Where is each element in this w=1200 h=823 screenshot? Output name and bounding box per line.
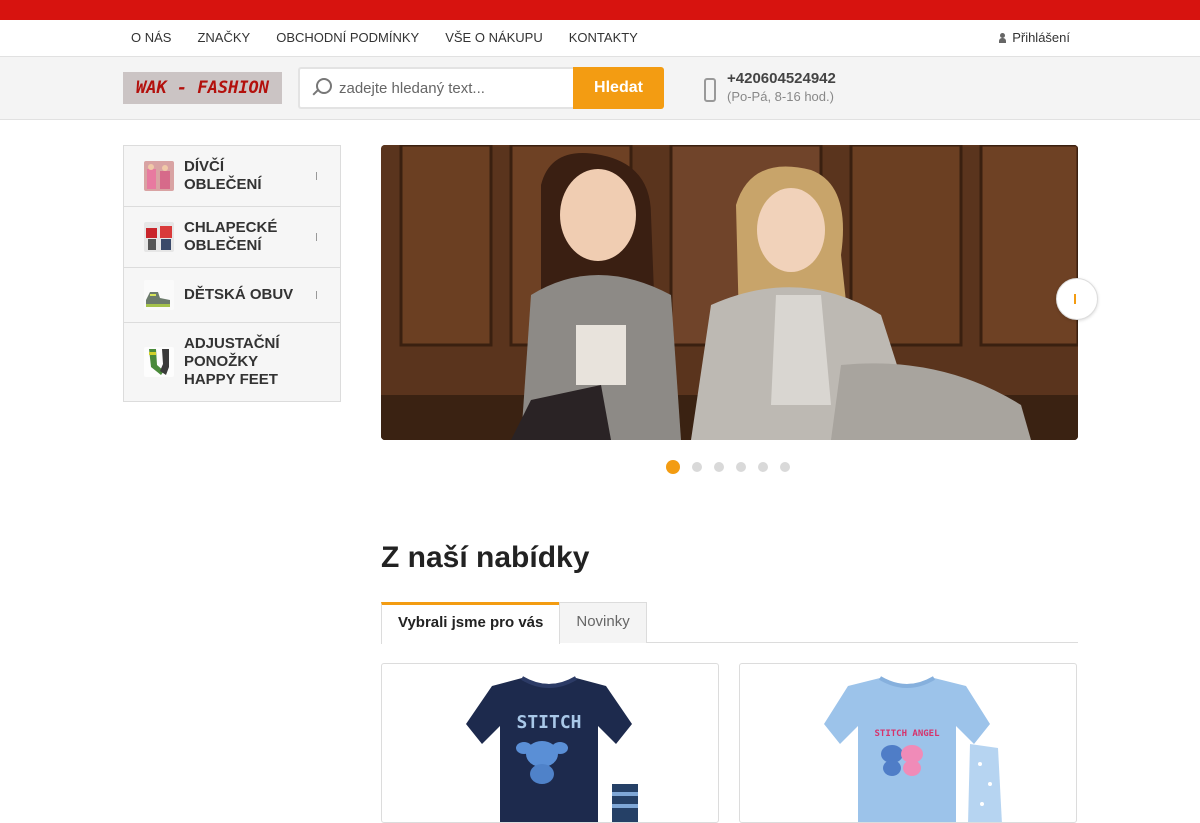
chevron-right-icon bbox=[316, 233, 322, 241]
logo-text: WAK - FASHION bbox=[135, 78, 270, 98]
kids-shoes-thumb bbox=[144, 280, 174, 310]
girls-clothing-thumb bbox=[144, 161, 174, 191]
user-icon bbox=[999, 32, 1007, 43]
socks-thumb bbox=[144, 347, 174, 377]
category-boys-clothing[interactable]: CHLAPECKÉ OBLEČENÍ bbox=[124, 207, 340, 268]
top-accent-bar bbox=[0, 0, 1200, 20]
logo[interactable]: WAK - FASHION bbox=[123, 72, 282, 104]
category-label: DĚTSKÁ OBUV bbox=[184, 286, 294, 303]
category-label: CHLAPECKÉ OBLEČENÍ bbox=[184, 219, 278, 254]
phone-contact: +420604524942 (Po-Pá, 8-16 hod.) bbox=[704, 69, 836, 104]
slider-dot[interactable] bbox=[692, 462, 702, 472]
nav-item-vse-o-nakupu[interactable]: VŠE O NÁKUPU bbox=[432, 20, 556, 56]
phone-number[interactable]: +420604524942 bbox=[727, 69, 836, 89]
slider-next-button[interactable] bbox=[1056, 278, 1098, 320]
slider-dots bbox=[666, 460, 790, 474]
product-card[interactable]: STITCH bbox=[381, 663, 719, 823]
slider-dot[interactable] bbox=[758, 462, 768, 472]
search-icon bbox=[307, 73, 337, 103]
login-link[interactable]: Přihlášení bbox=[999, 20, 1070, 55]
tab-vybrali-jsme[interactable]: Vybrali jsme pro vás bbox=[381, 602, 561, 644]
search-button[interactable]: Hledat bbox=[573, 67, 664, 109]
slider-dot[interactable] bbox=[736, 462, 746, 472]
category-label: ADJUSTAČNÍ PONOŽKY HAPPY FEET bbox=[184, 335, 280, 388]
chevron-right-icon bbox=[316, 172, 322, 180]
nav-item-znacky[interactable]: ZNAČKY bbox=[184, 20, 263, 56]
site-header: WAK - FASHION Hledat +420604524942 (Po-P… bbox=[0, 57, 1200, 120]
category-sidebar: DÍVČÍ OBLEČENÍ CHLAPECKÉ OBLEČENÍ DĚTSKÁ… bbox=[123, 145, 341, 402]
slider-dot[interactable] bbox=[666, 460, 680, 474]
category-label: DÍVČÍ OBLEČENÍ bbox=[184, 158, 262, 193]
category-kids-shoes[interactable]: DĚTSKÁ OBUV bbox=[124, 268, 340, 323]
slider-dot[interactable] bbox=[714, 462, 724, 472]
product-card[interactable]: STITCH ANGEL bbox=[739, 663, 1077, 823]
category-girls-clothing[interactable]: DÍVČÍ OBLEČENÍ bbox=[124, 146, 340, 207]
login-label: Přihlášení bbox=[1012, 30, 1070, 45]
chevron-right-icon bbox=[1074, 294, 1080, 304]
top-navigation: O NÁS ZNAČKY OBCHODNÍ PODMÍNKY VŠE O NÁK… bbox=[0, 20, 1200, 57]
section-title: Z naší nabídky bbox=[381, 541, 590, 574]
offer-tabs: Vybrali jsme pro vás Novinky bbox=[381, 602, 1078, 644]
category-socks[interactable]: ADJUSTAČNÍ PONOŽKY HAPPY FEET bbox=[124, 323, 340, 401]
hero-slide-image bbox=[381, 145, 1078, 440]
phone-hours: (Po-Pá, 8-16 hod.) bbox=[727, 89, 834, 104]
search-box bbox=[298, 67, 574, 109]
product-print: STITCH ANGEL bbox=[874, 729, 940, 739]
product-print: STITCH bbox=[516, 712, 581, 733]
slider-dot[interactable] bbox=[780, 462, 790, 472]
nav-item-obchodni-podminky[interactable]: OBCHODNÍ PODMÍNKY bbox=[263, 20, 432, 56]
nav-item-kontakty[interactable]: KONTAKTY bbox=[556, 20, 651, 56]
tab-novinky[interactable]: Novinky bbox=[559, 602, 647, 643]
hero-slider[interactable] bbox=[381, 145, 1078, 440]
chevron-right-icon bbox=[316, 291, 322, 299]
nav-item-o-nas[interactable]: O NÁS bbox=[118, 20, 184, 56]
product-image: STITCH ANGEL bbox=[824, 676, 1002, 822]
search-input[interactable] bbox=[339, 79, 559, 97]
boys-clothing-thumb bbox=[144, 222, 174, 252]
phone-icon bbox=[704, 78, 716, 102]
product-image: STITCH bbox=[466, 676, 638, 822]
